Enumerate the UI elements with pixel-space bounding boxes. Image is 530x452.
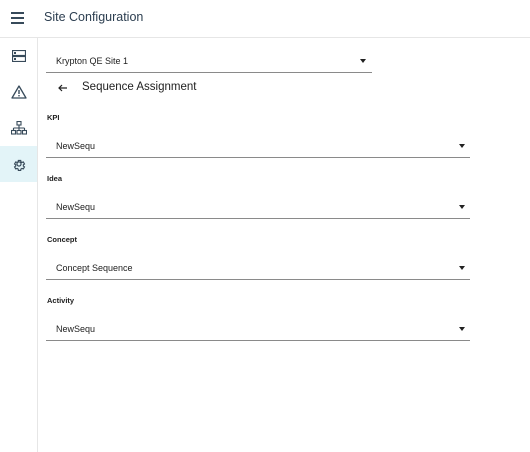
rail-item-alerts[interactable] <box>0 74 37 110</box>
activity-label: Activity <box>47 296 75 305</box>
hamburger-menu-icon[interactable] <box>11 11 27 25</box>
activity-select[interactable]: NewSequ <box>46 314 470 341</box>
kpi-label: KPI <box>47 113 60 122</box>
chevron-down-icon <box>360 59 366 63</box>
concept-select[interactable]: Concept Sequence <box>46 253 470 280</box>
top-app-bar: Site Configuration <box>0 0 530 38</box>
warning-icon <box>10 85 27 99</box>
kpi-select[interactable]: NewSequ <box>46 131 470 158</box>
chevron-down-icon <box>459 144 465 148</box>
gear-icon <box>13 159 25 171</box>
chevron-down-icon <box>459 205 465 209</box>
kpi-select-value: NewSequ <box>56 141 96 151</box>
rail-item-settings[interactable] <box>0 146 37 182</box>
site-select-value: Krypton QE Site 1 <box>56 56 129 66</box>
page-title: Site Configuration <box>44 10 144 24</box>
section-title: Sequence Assignment <box>82 81 197 93</box>
hierarchy-icon <box>10 121 27 135</box>
chevron-down-icon <box>459 266 465 270</box>
chevron-down-icon <box>459 327 465 331</box>
concept-label: Concept <box>47 235 77 244</box>
idea-select[interactable]: NewSequ <box>46 192 470 219</box>
back-button[interactable] <box>56 81 70 95</box>
rail-item-hierarchy[interactable] <box>0 110 37 146</box>
concept-select-value: Concept Sequence <box>56 263 133 273</box>
site-select[interactable]: Krypton QE Site 1 <box>46 48 372 73</box>
idea-select-value: NewSequ <box>56 202 96 212</box>
navigation-rail <box>0 38 38 452</box>
rail-item-servers[interactable] <box>0 38 37 74</box>
activity-select-value: NewSequ <box>56 324 96 334</box>
server-icon <box>11 50 26 62</box>
arrow-left-icon <box>58 84 67 92</box>
idea-label: Idea <box>47 174 63 183</box>
